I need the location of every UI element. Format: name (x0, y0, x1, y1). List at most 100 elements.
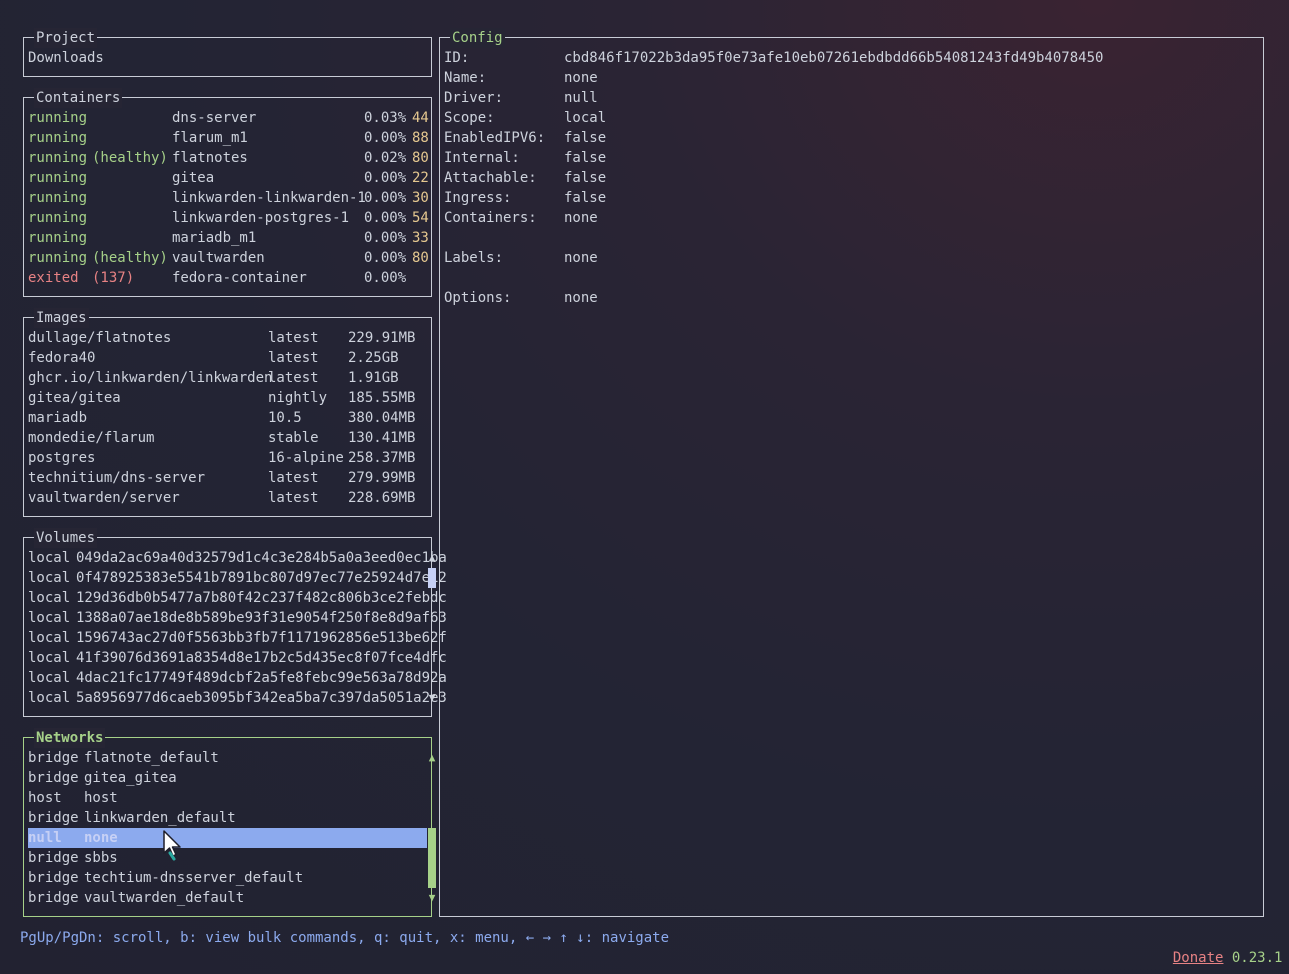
config-value: none (564, 290, 598, 306)
network-driver: bridge (28, 890, 79, 906)
network-name: host (84, 790, 118, 806)
config-panel-title: Config (450, 28, 505, 48)
networks-scroll-down-arrow-icon[interactable]: ▼ (427, 888, 437, 908)
mouse-cursor-icon (163, 830, 181, 861)
config-panel[interactable]: Config ID: cbd846f17022b3da95f0e73afe10eb… (439, 28, 1264, 917)
volume-driver: local (28, 570, 71, 586)
image-name: fedora40 (28, 350, 96, 366)
image-name: dullage/flatnotes (28, 330, 172, 346)
config-key: Attachable: (444, 170, 537, 186)
volume-name: 5a8956977d6caeb3095bf342ea5ba7c397da5051… (76, 690, 447, 706)
image-size: 1.91GB (348, 370, 399, 386)
project-name: Downloads (28, 50, 104, 66)
image-size: 258.37MB (348, 450, 416, 466)
container-name: linkwarden-linkwarden-1 (172, 190, 366, 206)
network-driver: bridge (28, 810, 79, 826)
volume-name: 1388a07ae18de8b589be93f31e9054f250f8e8d9… (76, 610, 447, 626)
volumes-panel[interactable]: Volumes local 049da2ac69a40d32579d1c4c3e2… (23, 528, 447, 717)
network-name: vaultwarden_default (84, 890, 245, 906)
image-size: 380.04MB (348, 410, 416, 426)
container-name: mariadb_m1 (172, 230, 257, 246)
network-driver: host (28, 790, 62, 806)
image-tag: latest (268, 350, 319, 366)
container-cpu: 0.02% (364, 150, 407, 166)
container-name: linkwarden-postgres-1 (172, 210, 350, 226)
images-panel[interactable]: Images dullage/flatnotes latest 229.91MB fe… (23, 308, 432, 517)
volume-driver: local (28, 610, 71, 626)
container-cpu: 0.00% (364, 230, 407, 246)
volume-name: 0f478925383e5541b7891bc807d97ec77e25924d… (76, 570, 447, 586)
config-value: false (564, 150, 607, 166)
network-row-selected[interactable]: null none (28, 828, 427, 848)
volume-driver: local (28, 650, 71, 666)
config-key: Scope: (444, 110, 495, 126)
container-state: running (28, 150, 88, 166)
volume-name: 1596743ac27d0f5563bb3fb7f1171962856e513b… (76, 630, 447, 646)
container-state: running (28, 190, 88, 206)
volume-name: 049da2ac69a40d32579d1c4c3e284b5a0a3eed0e… (76, 550, 447, 566)
image-name: ghcr.io/linkwarden/linkwarden (28, 370, 273, 386)
config-key: Name: (444, 70, 487, 86)
image-name: mariadb (28, 410, 88, 426)
images-panel-title: Images (34, 308, 89, 328)
network-driver: bridge (28, 750, 79, 766)
volumes-scrollbar-thumb[interactable] (428, 568, 436, 588)
config-value: false (564, 190, 607, 206)
project-panel[interactable]: Project Downloads (23, 28, 432, 77)
container-cpu: 0.00% (364, 210, 407, 226)
volume-driver: local (28, 690, 71, 706)
image-tag: nightly (268, 390, 328, 406)
image-name: postgres (28, 450, 96, 466)
container-cpu: 0.00% (364, 250, 407, 266)
container-name: flatnotes (172, 150, 248, 166)
network-name: linkwarden_default (84, 810, 236, 826)
containers-panel[interactable]: Containers running dns-server 0.03% 44 runni… (23, 88, 432, 297)
config-value: none (564, 210, 598, 226)
container-metric: 54 (412, 210, 429, 226)
networks-scrollbar-thumb[interactable] (428, 828, 436, 888)
container-metric: 33 (412, 230, 429, 246)
container-state: running (28, 110, 88, 126)
network-driver: bridge (28, 850, 79, 866)
image-tag: latest (268, 370, 319, 386)
config-key: Containers: (444, 210, 537, 226)
container-name: fedora-container (172, 270, 307, 286)
volumes-scroll-down-arrow-icon[interactable]: ▼ (427, 688, 437, 708)
volume-name: 4dac21fc17749f489dcbf2a5fe8febc99e563a78… (76, 670, 447, 686)
config-key: ID: (444, 50, 470, 66)
container-cpu: 0.00% (364, 170, 407, 186)
container-state: running (28, 170, 88, 186)
container-cpu: 0.03% (364, 110, 407, 126)
container-cpu: 0.00% (364, 190, 407, 206)
volumes-scroll-up-arrow-icon[interactable]: ▲ (427, 548, 437, 568)
networks-scroll-up-arrow-icon[interactable]: ▲ (427, 748, 437, 768)
container-metric: 44 (412, 110, 429, 126)
container-health: (137) (92, 270, 135, 286)
config-key: Driver: (444, 90, 504, 106)
config-value: false (564, 170, 607, 186)
volume-driver: local (28, 670, 71, 686)
config-key: EnabledIPV6: (444, 130, 546, 146)
container-name: flarum_m1 (172, 130, 248, 146)
config-key: Internal: (444, 150, 520, 166)
networks-panel[interactable]: Networks bridge flatnote_default bridge git… (23, 728, 436, 917)
network-name: techtium-dnsserver_default (84, 870, 304, 886)
image-tag: latest (268, 490, 319, 506)
container-health: (healthy) (92, 150, 168, 166)
config-value: cbd846f17022b3da95f0e73afe10eb07261ebdbd… (564, 50, 1104, 66)
help-bar: PgUp/PgDn: scroll, b: view bulk commands… (20, 930, 670, 946)
config-value: none (564, 70, 598, 86)
image-name: mondedie/flarum (28, 430, 155, 446)
container-state: exited (28, 270, 79, 286)
config-key: Ingress: (444, 190, 512, 206)
image-tag: 10.5 (268, 410, 302, 426)
container-state: running (28, 230, 88, 246)
network-name: flatnote_default (84, 750, 219, 766)
network-driver: bridge (28, 770, 79, 786)
donate-link[interactable]: Donate (1173, 950, 1224, 966)
version-label: 0.23.1 (1231, 950, 1283, 966)
volumes-panel-title: Volumes (34, 528, 98, 548)
image-tag: 16-alpine (268, 450, 344, 466)
network-name: sbbs (84, 850, 118, 866)
image-name: gitea/gitea (28, 390, 121, 406)
